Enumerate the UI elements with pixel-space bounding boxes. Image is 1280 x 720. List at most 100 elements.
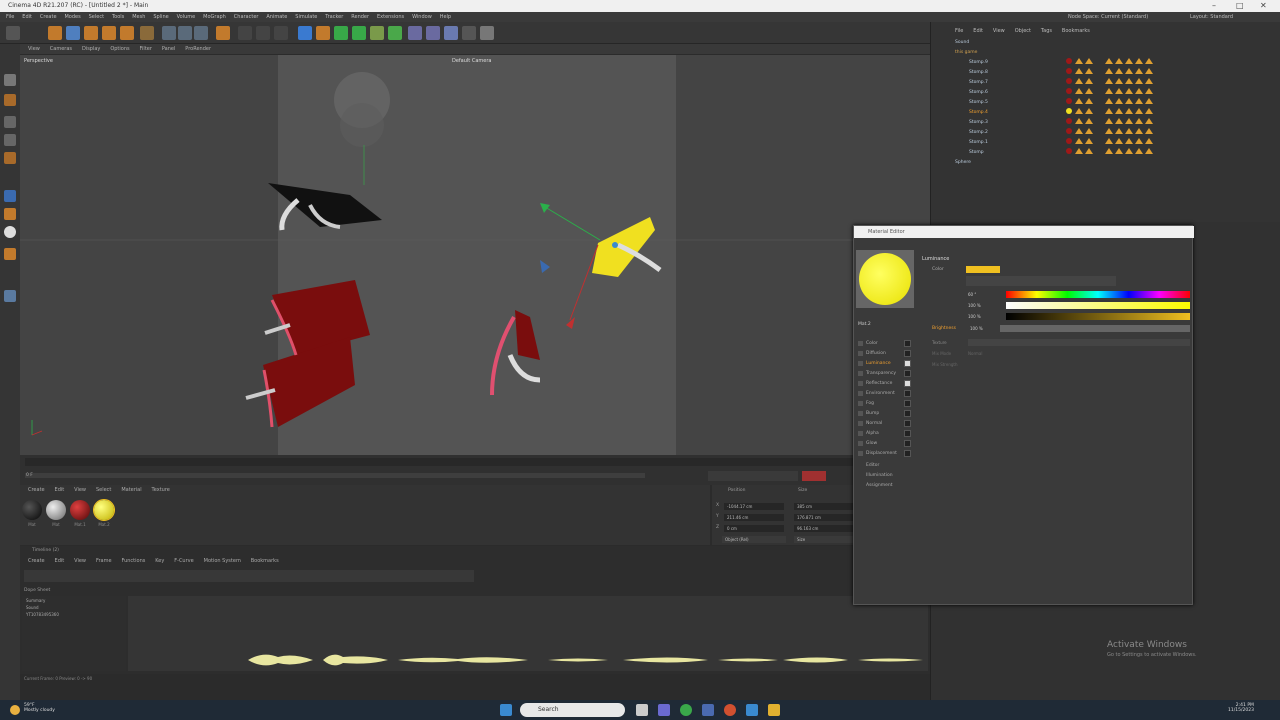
menu-mograph[interactable]: MoGraph: [203, 12, 226, 22]
texture-mode-icon[interactable]: [4, 94, 16, 106]
menu-extensions[interactable]: Extensions: [377, 12, 404, 22]
obj-menu-object[interactable]: Object: [1015, 26, 1031, 36]
menu-volume[interactable]: Volume: [177, 12, 196, 22]
sky-icon[interactable]: [426, 26, 440, 40]
brightness-value[interactable]: 100 %: [970, 326, 983, 331]
value-value[interactable]: 100 %: [968, 314, 981, 319]
obj-menu-view[interactable]: View: [993, 26, 1005, 36]
browser-icon[interactable]: [724, 704, 736, 716]
vp-menu-view[interactable]: View: [28, 44, 40, 54]
mat-menu-view[interactable]: View: [74, 485, 86, 495]
size-z-field[interactable]: 96.163 cm: [794, 525, 854, 532]
menu-render[interactable]: Render: [351, 12, 369, 22]
tl-menu-functions[interactable]: Functions: [121, 556, 145, 566]
dope-sheet-area[interactable]: [128, 596, 928, 671]
chrome-icon[interactable]: [680, 704, 692, 716]
bulb-icon[interactable]: [480, 26, 494, 40]
render-view-icon[interactable]: [216, 26, 230, 40]
value-slider[interactable]: [1006, 313, 1190, 320]
y-axis-icon[interactable]: [178, 26, 192, 40]
hue-slider[interactable]: [1006, 291, 1190, 298]
vp-menu-filter[interactable]: Filter: [140, 44, 152, 54]
object-row[interactable]: Sphere: [945, 158, 1265, 168]
obj-menu-bookmarks[interactable]: Bookmarks: [1062, 26, 1090, 36]
position-z-field[interactable]: 0 cm: [724, 525, 784, 532]
material-swatch[interactable]: [22, 500, 42, 520]
locked-workplane-icon[interactable]: [4, 248, 16, 260]
playback-controls[interactable]: [708, 471, 798, 481]
weather-icon[interactable]: [10, 705, 20, 715]
menu-window[interactable]: Window: [412, 12, 432, 22]
channel-illumination[interactable]: Illumination: [858, 471, 908, 480]
texture-field[interactable]: [968, 339, 1190, 346]
menu-animate[interactable]: Animate: [266, 12, 287, 22]
task-view-icon[interactable]: [636, 704, 648, 716]
tl-menu-bookmarks[interactable]: Bookmarks: [251, 556, 279, 566]
workplane-icon[interactable]: [4, 226, 16, 238]
light-icon[interactable]: [462, 26, 476, 40]
menu-tools[interactable]: Tools: [112, 12, 124, 22]
undo-icon[interactable]: [6, 26, 20, 40]
tl-menu-view[interactable]: View: [74, 556, 86, 566]
clock[interactable]: 2:41 PM 11/15/2023: [1228, 703, 1254, 713]
menu-spline[interactable]: Spline: [153, 12, 168, 22]
cloner-icon[interactable]: [352, 26, 366, 40]
mix-mode-select[interactable]: Normal: [968, 351, 982, 356]
maximize-button[interactable]: □: [1236, 1, 1244, 10]
move-icon[interactable]: [66, 26, 80, 40]
color-swatch[interactable]: [966, 266, 1000, 273]
field-icon[interactable]: [388, 26, 402, 40]
object-row[interactable]: Sound: [945, 38, 1265, 48]
size-y-field[interactable]: 176.871 cm: [794, 514, 854, 521]
channel-fog[interactable]: Fog: [858, 399, 911, 408]
polygons-mode-icon[interactable]: [4, 152, 16, 164]
object-row[interactable]: this game: [945, 48, 1265, 58]
subdivision-icon[interactable]: [334, 26, 348, 40]
menu-tracker[interactable]: Tracker: [325, 12, 343, 22]
menu-modes[interactable]: Modes: [64, 12, 80, 22]
cube-icon[interactable]: [298, 26, 312, 40]
points-mode-icon[interactable]: [4, 116, 16, 128]
tl-menu-fcurve[interactable]: F-Curve: [174, 556, 193, 566]
x-axis-icon[interactable]: [162, 26, 176, 40]
material-swatch[interactable]: [70, 500, 90, 520]
obj-menu-edit[interactable]: Edit: [973, 26, 983, 36]
vp-menu-prorender[interactable]: ProRender: [185, 44, 211, 54]
channel-assignment[interactable]: Assignment: [858, 481, 908, 490]
recent-tool-icon[interactable]: [120, 26, 134, 40]
brightness-slider[interactable]: [1000, 325, 1190, 332]
position-y-field[interactable]: 211.46 cm: [724, 514, 784, 521]
vp-menu-display[interactable]: Display: [82, 44, 100, 54]
vp-menu-panel[interactable]: Panel: [162, 44, 176, 54]
rotate-icon[interactable]: [102, 26, 116, 40]
channel-glow[interactable]: Glow: [858, 439, 911, 448]
channel-alpha[interactable]: Alpha: [858, 429, 911, 438]
mat-menu-select[interactable]: Select: [96, 485, 111, 495]
record-button[interactable]: [802, 471, 826, 481]
menu-character[interactable]: Character: [234, 12, 259, 22]
tl-menu-create[interactable]: Create: [28, 556, 45, 566]
vp-menu-cameras[interactable]: Cameras: [50, 44, 72, 54]
perspective-viewport[interactable]: Perspective Default Camera: [20, 55, 930, 455]
tl-menu-motion-system[interactable]: Motion System: [204, 556, 241, 566]
mat-menu-material[interactable]: Material: [121, 485, 141, 495]
tl-menu-key[interactable]: Key: [155, 556, 164, 566]
obj-menu-file[interactable]: File: [955, 26, 963, 36]
node-space-selector[interactable]: Node Space: Current (Standard): [1068, 12, 1148, 22]
mat-menu-create[interactable]: Create: [28, 485, 45, 495]
chat-icon[interactable]: [658, 704, 670, 716]
track-sound[interactable]: Sound: [26, 605, 126, 610]
obj-menu-tags[interactable]: Tags: [1041, 26, 1052, 36]
channel-editor[interactable]: Editor: [858, 461, 908, 470]
channel-transparency[interactable]: Transparency: [858, 369, 911, 378]
render-picture-icon[interactable]: [238, 26, 252, 40]
channel-reflectance[interactable]: Reflectance: [858, 379, 911, 388]
channel-normal[interactable]: Normal: [858, 419, 911, 428]
menu-file[interactable]: File: [6, 12, 14, 22]
menu-select[interactable]: Select: [89, 12, 104, 22]
enable-axis-icon[interactable]: [4, 190, 16, 202]
deformer-icon[interactable]: [370, 26, 384, 40]
material-swatch[interactable]: [46, 500, 66, 520]
channel-diffusion[interactable]: Diffusion: [858, 349, 911, 358]
channel-bump[interactable]: Bump: [858, 409, 911, 418]
